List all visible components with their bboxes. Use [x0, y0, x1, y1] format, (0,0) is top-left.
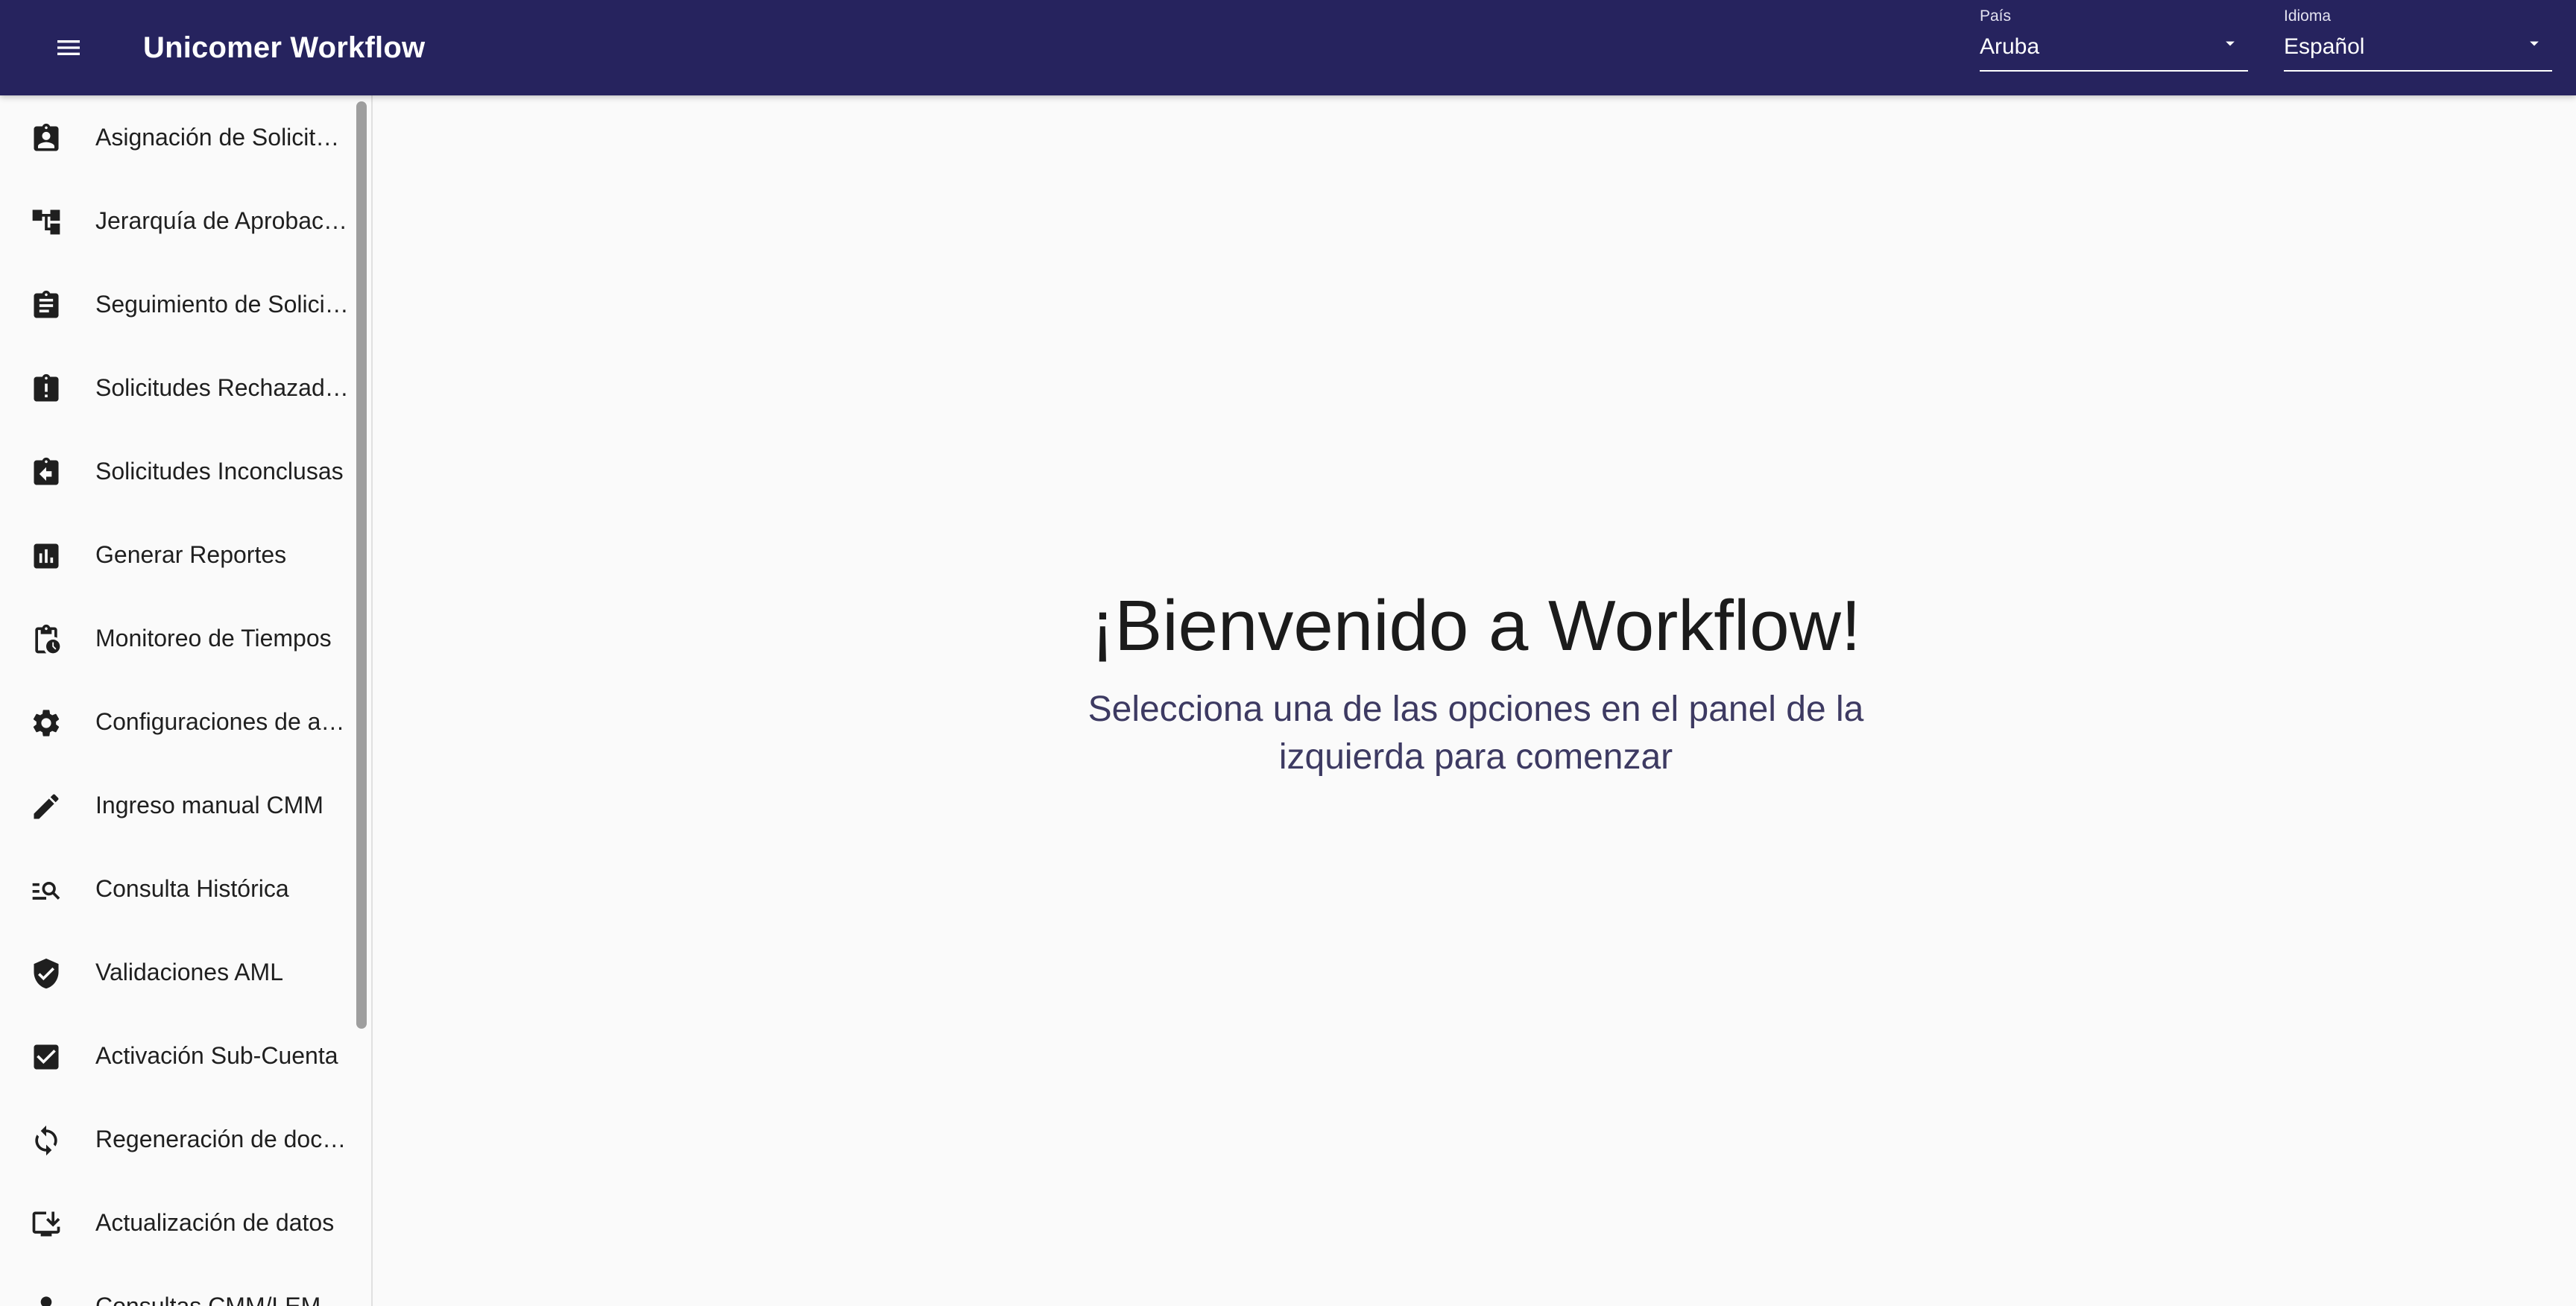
menu-button[interactable] [48, 27, 89, 69]
assignment-late-icon [28, 371, 64, 407]
sidebar-item-consultas-cmm-lem[interactable]: Consultas CMM/LEM [0, 1264, 353, 1306]
language-select-label: Idioma [2284, 7, 2332, 25]
download-desktop-icon [28, 1206, 64, 1242]
language-select-value: Español [2284, 34, 2365, 59]
sidebar-item-actualizacion-datos[interactable]: Actualización de datos [0, 1181, 353, 1264]
sidebar-item-consulta-historica[interactable]: Consulta Histórica [0, 847, 353, 930]
sidebar-item-activacion-sub-cuenta[interactable]: Activación Sub-Cuenta [0, 1014, 353, 1097]
sidebar-item-validaciones-aml[interactable]: Validaciones AML [0, 930, 353, 1014]
sidebar-item-label: Actualización de datos [95, 1209, 335, 1236]
sidebar-item-label: Solicitudes Inconclusas [95, 458, 344, 485]
sidebar-item-seguimiento-solicitudes[interactable]: Seguimiento de Solicitudes [0, 262, 353, 346]
check-box-icon [28, 1039, 64, 1075]
sidebar-item-label: Solicitudes Rechazadas [95, 374, 349, 401]
menu-icon [57, 40, 80, 55]
sidebar-item-label: Ingreso manual CMM [95, 792, 323, 818]
sidebar-item-label: Configuraciones de asignación [95, 708, 349, 735]
country-select-label: País [1980, 7, 2012, 25]
sidebar-item-solicitudes-rechazadas[interactable]: Solicitudes Rechazadas [0, 346, 353, 429]
language-select[interactable]: Idioma Español [2284, 7, 2552, 72]
pending-actions-icon [28, 622, 64, 657]
verified-user-icon [28, 956, 64, 991]
app-bar: Unicomer Workflow País Aruba Idioma Espa… [0, 0, 2576, 95]
sidebar-item-monitoreo-tiempos[interactable]: Monitoreo de Tiempos [0, 596, 353, 680]
app-title: Unicomer Workflow [143, 31, 426, 64]
assignment-ind-icon [28, 121, 64, 157]
country-select-underline [1980, 70, 2248, 72]
assignment-icon [28, 288, 64, 324]
sidebar-item-label: Activación Sub-Cuenta [95, 1042, 338, 1069]
welcome-panel: ¡Bienvenido a Workflow! Selecciona una d… [1029, 581, 1923, 781]
sidebar-item-generar-reportes[interactable]: Generar Reportes [0, 513, 353, 596]
assignment-return-icon [28, 455, 64, 490]
person-icon [28, 1290, 64, 1306]
sidebar-item-label: Seguimiento de Solicitudes [95, 291, 349, 318]
edit-icon [28, 789, 64, 824]
dropdown-arrow-icon [2530, 41, 2539, 46]
sidebar-item-label: Generar Reportes [95, 541, 287, 568]
assessment-icon [28, 538, 64, 574]
country-select-value: Aruba [1980, 34, 2040, 59]
account-tree-icon [28, 204, 64, 240]
welcome-title: ¡Bienvenido a Workflow! [1090, 586, 1861, 666]
sidebar-item-label: Monitoreo de Tiempos [95, 625, 332, 652]
sidebar-item-label: Consulta Histórica [95, 875, 289, 902]
country-select[interactable]: País Aruba [1980, 7, 2248, 72]
sidebar-scrollbar-thumb[interactable] [356, 101, 367, 1029]
sidebar-item-asignacion-solicitudes[interactable]: Asignación de Solicitudes [0, 95, 353, 179]
sync-icon [28, 1123, 64, 1158]
language-select-underline [2284, 70, 2552, 72]
sidebar-item-solicitudes-inconclusas[interactable]: Solicitudes Inconclusas [0, 429, 353, 513]
settings-icon [28, 705, 64, 741]
sidebar-item-configuraciones-asignacion[interactable]: Configuraciones de asignación [0, 680, 353, 763]
sidebar-item-label: Asignación de Solicitudes [95, 124, 349, 151]
sidebar-item-jerarquia-aprobacion[interactable]: Jerarquía de Aprobación [0, 179, 353, 262]
dropdown-arrow-icon [2226, 41, 2235, 46]
sidebar-item-regeneracion-documentos[interactable]: Regeneración de documentos [0, 1097, 353, 1181]
sidebar-item-label: Consultas CMM/LEM [95, 1293, 321, 1306]
sidebar-item-ingreso-manual-cmm[interactable]: Ingreso manual CMM [0, 763, 353, 847]
welcome-subtitle: Selecciona una de las opciones en el pan… [1087, 690, 1864, 777]
sidebar-item-label: Regeneración de documentos [95, 1126, 349, 1152]
manage-search-icon [28, 872, 64, 908]
sidebar: Asignación de Solicitudes Jerarquía de A… [0, 95, 373, 1306]
sidebar-item-label: Jerarquía de Aprobación [95, 207, 349, 234]
sidebar-item-label: Validaciones AML [95, 959, 283, 985]
